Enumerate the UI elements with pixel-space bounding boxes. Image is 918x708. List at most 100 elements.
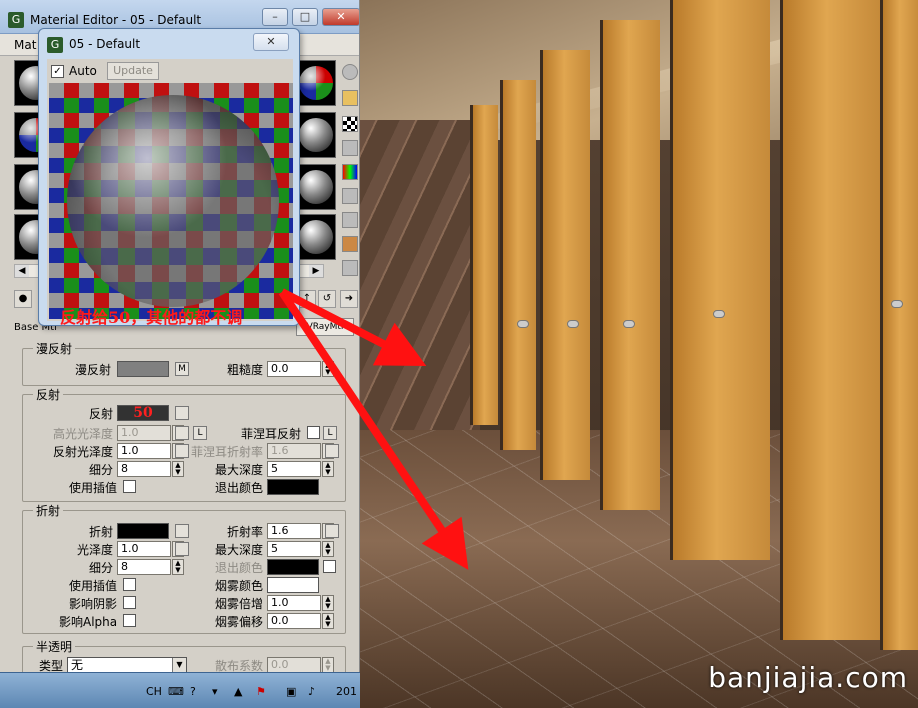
refr-exit-color-swatch[interactable] [267,559,319,575]
refl-exit-color-swatch[interactable] [267,479,319,495]
sample-close-button[interactable]: ✕ [253,33,289,51]
diffuse-map-button[interactable]: M [175,362,189,376]
window-title: Material Editor - 05 - Default [30,13,202,27]
uv-tiling-icon[interactable] [342,140,358,156]
pick-material-icon[interactable]: ➜ [340,290,358,308]
fresnel-ior-map-button[interactable] [325,444,339,458]
update-button[interactable]: Update [107,62,159,80]
refract-label: 折射 [89,525,114,539]
hilight-gloss-map-button[interactable] [175,426,189,440]
make-preview-icon[interactable] [342,188,358,204]
go-forward-sibling-icon[interactable]: ↺ [318,290,336,308]
fog-bias-spinner[interactable]: 0.0 ▲ ▼ [267,613,334,629]
get-material-icon[interactable]: ● [14,290,32,308]
auto-checkbox[interactable]: ✓ [51,65,64,78]
fog-color-label: 烟雾颜色 [215,579,264,593]
windows-taskbar: CH ⌨ ? ▾ ▲ ⚑ ▣ ♪ 201 [0,672,360,708]
material-type-button[interactable]: VRayMtl [296,318,354,336]
input-language-indicator[interactable]: CH [146,685,162,698]
fresnel-lock-button[interactable]: L [323,426,337,440]
sample-slot[interactable] [294,60,336,106]
stall-partition [470,105,498,425]
hilight-gloss-lock-button[interactable]: L [193,426,207,440]
affect-shadows-checkbox[interactable] [123,596,136,609]
reflection-group: 反射 反射 50 高光光泽度 1.0▲▼ L 菲涅耳反射 L 反射光泽度 1.0… [22,386,346,502]
refr-gloss-map-button[interactable] [175,542,189,556]
maximize-button[interactable]: □ [292,8,318,26]
refl-exit-color-label: 退出颜色 [215,481,264,495]
refl-gloss-label: 反射光泽度 [53,445,114,459]
minimize-button[interactable]: – [262,8,288,26]
refract-map-button[interactable] [175,524,189,538]
reflect-map-button[interactable] [175,406,189,420]
refr-gloss-label: 光泽度 [77,543,114,557]
clock-year[interactable]: 201 [336,685,357,698]
help-icon[interactable]: ? [190,685,196,698]
scatter-coeff-label: 散布系数 [215,659,264,672]
translucency-type-select[interactable]: 无 ▼ [67,657,187,672]
refl-max-depth-spinner[interactable]: 5 ▲ ▼ [267,461,334,477]
refl-use-interp-checkbox[interactable] [123,480,136,493]
refr-gloss-spinner[interactable]: 1.0▲▼ [117,541,184,557]
keyboard-icon[interactable]: ⌨ [168,685,184,698]
refl-subdivs-label: 细分 [89,463,114,477]
auto-label: Auto [69,64,97,78]
material-map-navigator-icon[interactable] [342,260,358,276]
hilight-gloss-label: 高光光泽度 [53,427,114,441]
scroll-right-arrow[interactable]: ▶ [309,265,323,277]
diffuse-color-swatch[interactable] [117,361,169,377]
refl-subdivs-spinner[interactable]: 8 ▲ ▼ [117,461,184,477]
roughness-spinner[interactable]: 0.0 ▲ ▼ [267,361,334,377]
refr-use-interp-checkbox[interactable] [123,578,136,591]
go-to-parent-icon[interactable]: ↑ [298,290,316,308]
fresnel-ior-spinner[interactable]: 1.6▲▼ [267,443,334,459]
refl-gloss-spinner[interactable]: 1.0▲▼ [117,443,184,459]
stall-partition [540,50,590,480]
sample-window-body: ✓ Auto Update [47,59,293,321]
scatter-coeff-spinner[interactable]: 0.0 ▲ ▼ [267,657,334,672]
ior-map-button[interactable] [325,524,339,538]
volume-icon[interactable]: ♪ [308,685,315,698]
options-icon[interactable] [342,212,358,228]
refraction-group: 折射 折射 折射率 1.6▲▼ 光泽度 1.0▲▼ 最大深度 5▲▼ 细分 8▲… [22,502,346,634]
refr-subdivs-spinner[interactable]: 8 ▲ ▼ [117,559,184,575]
video-color-check-icon[interactable] [342,164,358,180]
fog-bias-label: 烟雾偏移 [215,615,264,629]
network-icon[interactable]: ▣ [286,685,296,698]
diffuse-label: 漫反射 [75,363,112,377]
sample-slot[interactable] [294,214,336,260]
fog-color-swatch[interactable] [267,577,319,593]
refr-max-depth-spinner[interactable]: 5 ▲ ▼ [267,541,334,557]
hilight-gloss-spinner[interactable]: 1.0▲▼ [117,425,184,441]
stall-partition [670,0,770,560]
fog-mult-label: 烟雾倍增 [215,597,264,611]
refr-max-depth-label: 最大深度 [215,543,264,557]
sample-slot[interactable] [294,112,336,158]
select-by-material-icon[interactable] [342,236,358,252]
scroll-left-arrow[interactable]: ◀ [15,265,29,277]
reflect-color-swatch[interactable]: 50 [117,405,169,421]
sample-type-icon[interactable] [342,64,358,80]
fresnel-checkbox[interactable] [307,426,320,439]
sample-preview-window: G 05 - Default ✕ ✓ Auto Update [38,28,300,326]
ior-spinner[interactable]: 1.6▲▼ [267,523,334,539]
roughness-label: 粗糙度 [227,363,264,377]
material-sphere-preview[interactable] [49,83,293,319]
fog-mult-spinner[interactable]: 1.0 ▲ ▼ [267,595,334,611]
refr-exit-color-checkbox[interactable] [323,560,336,573]
action-center-icon[interactable]: ⚑ [256,685,266,698]
close-button[interactable]: ✕ [322,8,359,26]
refl-gloss-map-button[interactable] [175,444,189,458]
tray-arrow-icon[interactable]: ▲ [234,685,242,698]
backlight-icon[interactable] [342,90,358,106]
background-checker-icon[interactable] [342,116,358,132]
tray-expand-icon[interactable]: ▾ [212,685,218,698]
stall-partition [880,0,918,650]
sample-slot[interactable] [294,164,336,210]
refl-use-interp-label: 使用插值 [69,481,118,495]
refl-max-depth-label: 最大深度 [215,463,264,477]
refract-color-swatch[interactable] [117,523,169,539]
reflect-label: 反射 [89,407,114,421]
menu-material[interactable]: Mat [14,38,36,52]
affect-alpha-checkbox[interactable] [123,614,136,627]
